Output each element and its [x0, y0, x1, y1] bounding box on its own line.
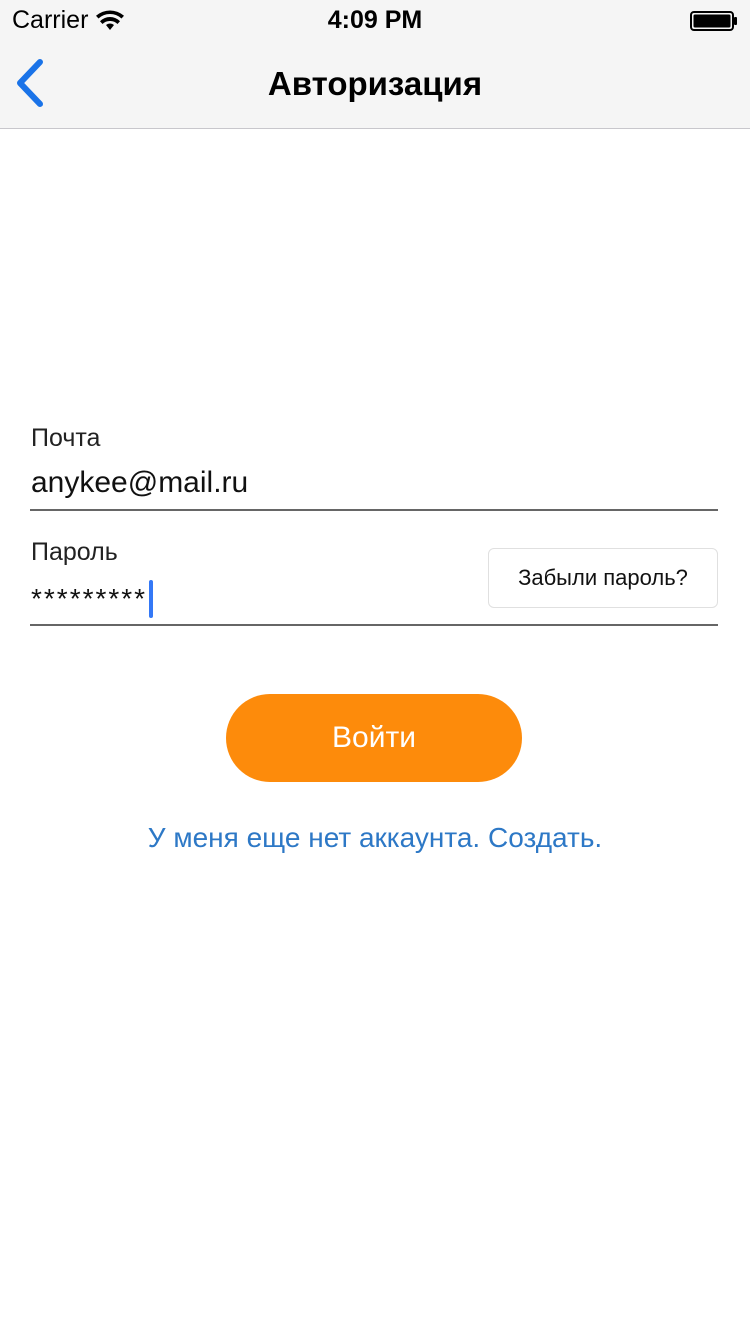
forgot-password-button[interactable]: Забыли пароль?: [488, 548, 718, 608]
email-label: Почта: [31, 424, 101, 452]
battery-icon: [690, 11, 737, 31]
email-input[interactable]: anykee@mail.ru: [31, 466, 711, 500]
login-button[interactable]: Войти: [226, 694, 522, 782]
password-input[interactable]: *********: [31, 580, 154, 618]
password-masked-text: *********: [31, 583, 148, 614]
back-button[interactable]: [10, 58, 54, 108]
chevron-left-icon: [17, 59, 43, 107]
create-account-link[interactable]: У меня еще нет аккаунта. Создать.: [0, 822, 750, 854]
text-cursor: [149, 580, 154, 618]
page-title: Авторизация: [267, 65, 483, 102]
password-label: Пароль: [31, 538, 118, 566]
status-bar: Carrier 4:09 PM: [0, 0, 750, 40]
password-underline: [30, 624, 718, 626]
status-time: 4:09 PM: [327, 6, 423, 34]
email-underline: [30, 509, 718, 511]
navigation-bar: Авторизация: [0, 40, 750, 129]
